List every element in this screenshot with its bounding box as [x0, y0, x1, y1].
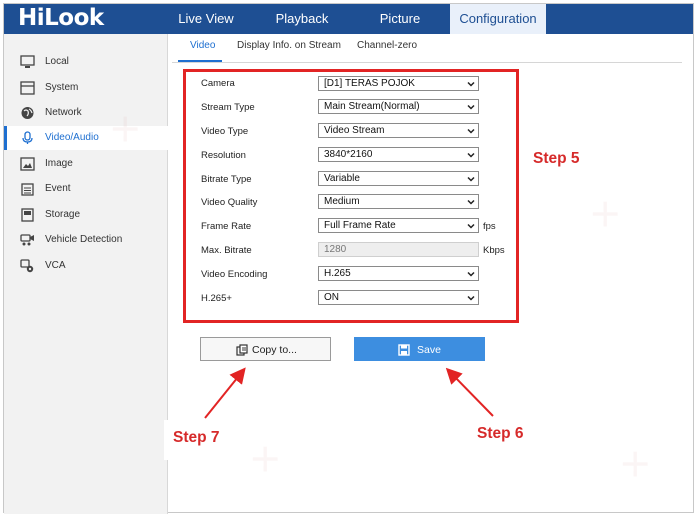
chevron-down-icon [467, 199, 475, 205]
nav-picture[interactable]: Picture [360, 4, 440, 34]
bitrate-type-label: Bitrate Type [201, 174, 252, 185]
tab-channel-zero[interactable]: Channel-zero [357, 40, 417, 51]
storage-icon [21, 208, 34, 222]
frame-rate-label: Frame Rate [201, 221, 252, 232]
save-label: Save [417, 344, 441, 356]
sidebar-item-vehicle-detection[interactable]: Vehicle Detection [4, 228, 168, 252]
hilook-logo: HiLook [18, 5, 104, 31]
sidebar-item-label: Local [45, 56, 69, 67]
chevron-down-icon [467, 104, 475, 110]
sidebar-item-local[interactable]: Local [4, 50, 168, 74]
sidebar-item-label: VCA [45, 260, 66, 271]
microphone-icon [22, 131, 33, 144]
frame-rate-select[interactable]: Full Frame Rate [318, 218, 479, 233]
video-quality-select[interactable]: Medium [318, 194, 479, 209]
sidebar-item-system[interactable]: System [4, 76, 168, 100]
sidebar: Local System Network Video/Audio Image E… [4, 34, 168, 514]
chevron-down-icon [467, 223, 475, 229]
sidebar-item-label: Network [45, 107, 82, 118]
sidebar-item-label: Vehicle Detection [45, 234, 123, 245]
video-quality-value: Medium [324, 196, 360, 207]
video-quality-label: Video Quality [201, 197, 258, 208]
vca-icon [20, 259, 34, 273]
camera-value: [D1] TERAS POJOK [324, 78, 415, 89]
chevron-down-icon [467, 295, 475, 301]
frame-rate-unit: fps [483, 221, 496, 232]
sidebar-item-event[interactable]: Event [4, 177, 168, 201]
nav-configuration[interactable]: Configuration [450, 4, 546, 34]
logo-text: HiLook [18, 5, 104, 31]
sidebar-item-vca[interactable]: VCA [4, 254, 168, 278]
video-type-select[interactable]: Video Stream [318, 123, 479, 138]
calendar-icon [21, 183, 34, 196]
copy-to-label: Copy to... [252, 344, 297, 356]
sidebar-item-label: Video/Audio [45, 132, 99, 143]
step7-annotation: Step 7 [173, 429, 220, 446]
globe-icon [21, 107, 34, 119]
video-encoding-select[interactable]: H.265 [318, 266, 479, 281]
top-navigation-bar: HiLook Live View Playback Picture Config… [4, 4, 693, 34]
max-bitrate-label: Max. Bitrate [201, 245, 252, 256]
sidebar-item-label: Image [45, 158, 73, 169]
resolution-select[interactable]: 3840*2160 [318, 147, 479, 162]
resolution-label: Resolution [201, 150, 246, 161]
image-icon [20, 157, 35, 171]
resolution-value: 3840*2160 [324, 149, 373, 160]
sidebar-item-image[interactable]: Image [4, 152, 168, 176]
vehicle-camera-icon [20, 234, 34, 246]
chevron-down-icon [467, 81, 475, 87]
chevron-down-icon [467, 176, 475, 182]
h265-plus-value: ON [324, 292, 339, 303]
save-icon [398, 344, 410, 356]
system-icon [20, 81, 35, 95]
tabs-divider [172, 62, 682, 63]
video-type-label: Video Type [201, 126, 249, 137]
save-button[interactable]: Save [354, 337, 485, 361]
copy-to-button[interactable]: Copy to... [200, 337, 331, 361]
max-bitrate-unit: Kbps [483, 245, 505, 256]
sidebar-item-storage[interactable]: Storage [4, 203, 168, 227]
stream-type-select[interactable]: Main Stream(Normal) [318, 99, 479, 114]
video-encoding-label: Video Encoding [201, 269, 268, 280]
nav-playback[interactable]: Playback [262, 4, 342, 34]
sidebar-item-label: System [45, 82, 79, 93]
tab-display-info-on-stream[interactable]: Display Info. on Stream [237, 40, 341, 51]
step6-annotation: Step 6 [477, 425, 524, 442]
video-type-value: Video Stream [324, 125, 385, 136]
nav-live-view[interactable]: Live View [166, 4, 246, 34]
chevron-down-icon [467, 152, 475, 158]
copy-icon [236, 344, 248, 356]
h265-plus-select[interactable]: ON [318, 290, 479, 305]
sidebar-item-label: Storage [45, 209, 81, 220]
max-bitrate-value: 1280 [324, 244, 347, 255]
bitrate-type-value: Variable [324, 173, 360, 184]
monitor-icon [20, 55, 35, 68]
chevron-down-icon [467, 271, 475, 277]
bitrate-type-select[interactable]: Variable [318, 171, 479, 186]
camera-select[interactable]: [D1] TERAS POJOK [318, 76, 479, 91]
stream-type-value: Main Stream(Normal) [324, 101, 420, 112]
stream-type-label: Stream Type [201, 102, 255, 113]
h265-plus-label: H.265+ [201, 293, 232, 304]
max-bitrate-input: 1280 [318, 242, 479, 257]
video-encoding-value: H.265 [324, 268, 351, 279]
frame-rate-value: Full Frame Rate [324, 220, 396, 231]
chevron-down-icon [467, 128, 475, 134]
camera-label: Camera [201, 78, 235, 89]
tab-video[interactable]: Video [190, 40, 215, 51]
sidebar-item-label: Event [45, 183, 71, 194]
step5-annotation: Step 5 [533, 150, 580, 167]
